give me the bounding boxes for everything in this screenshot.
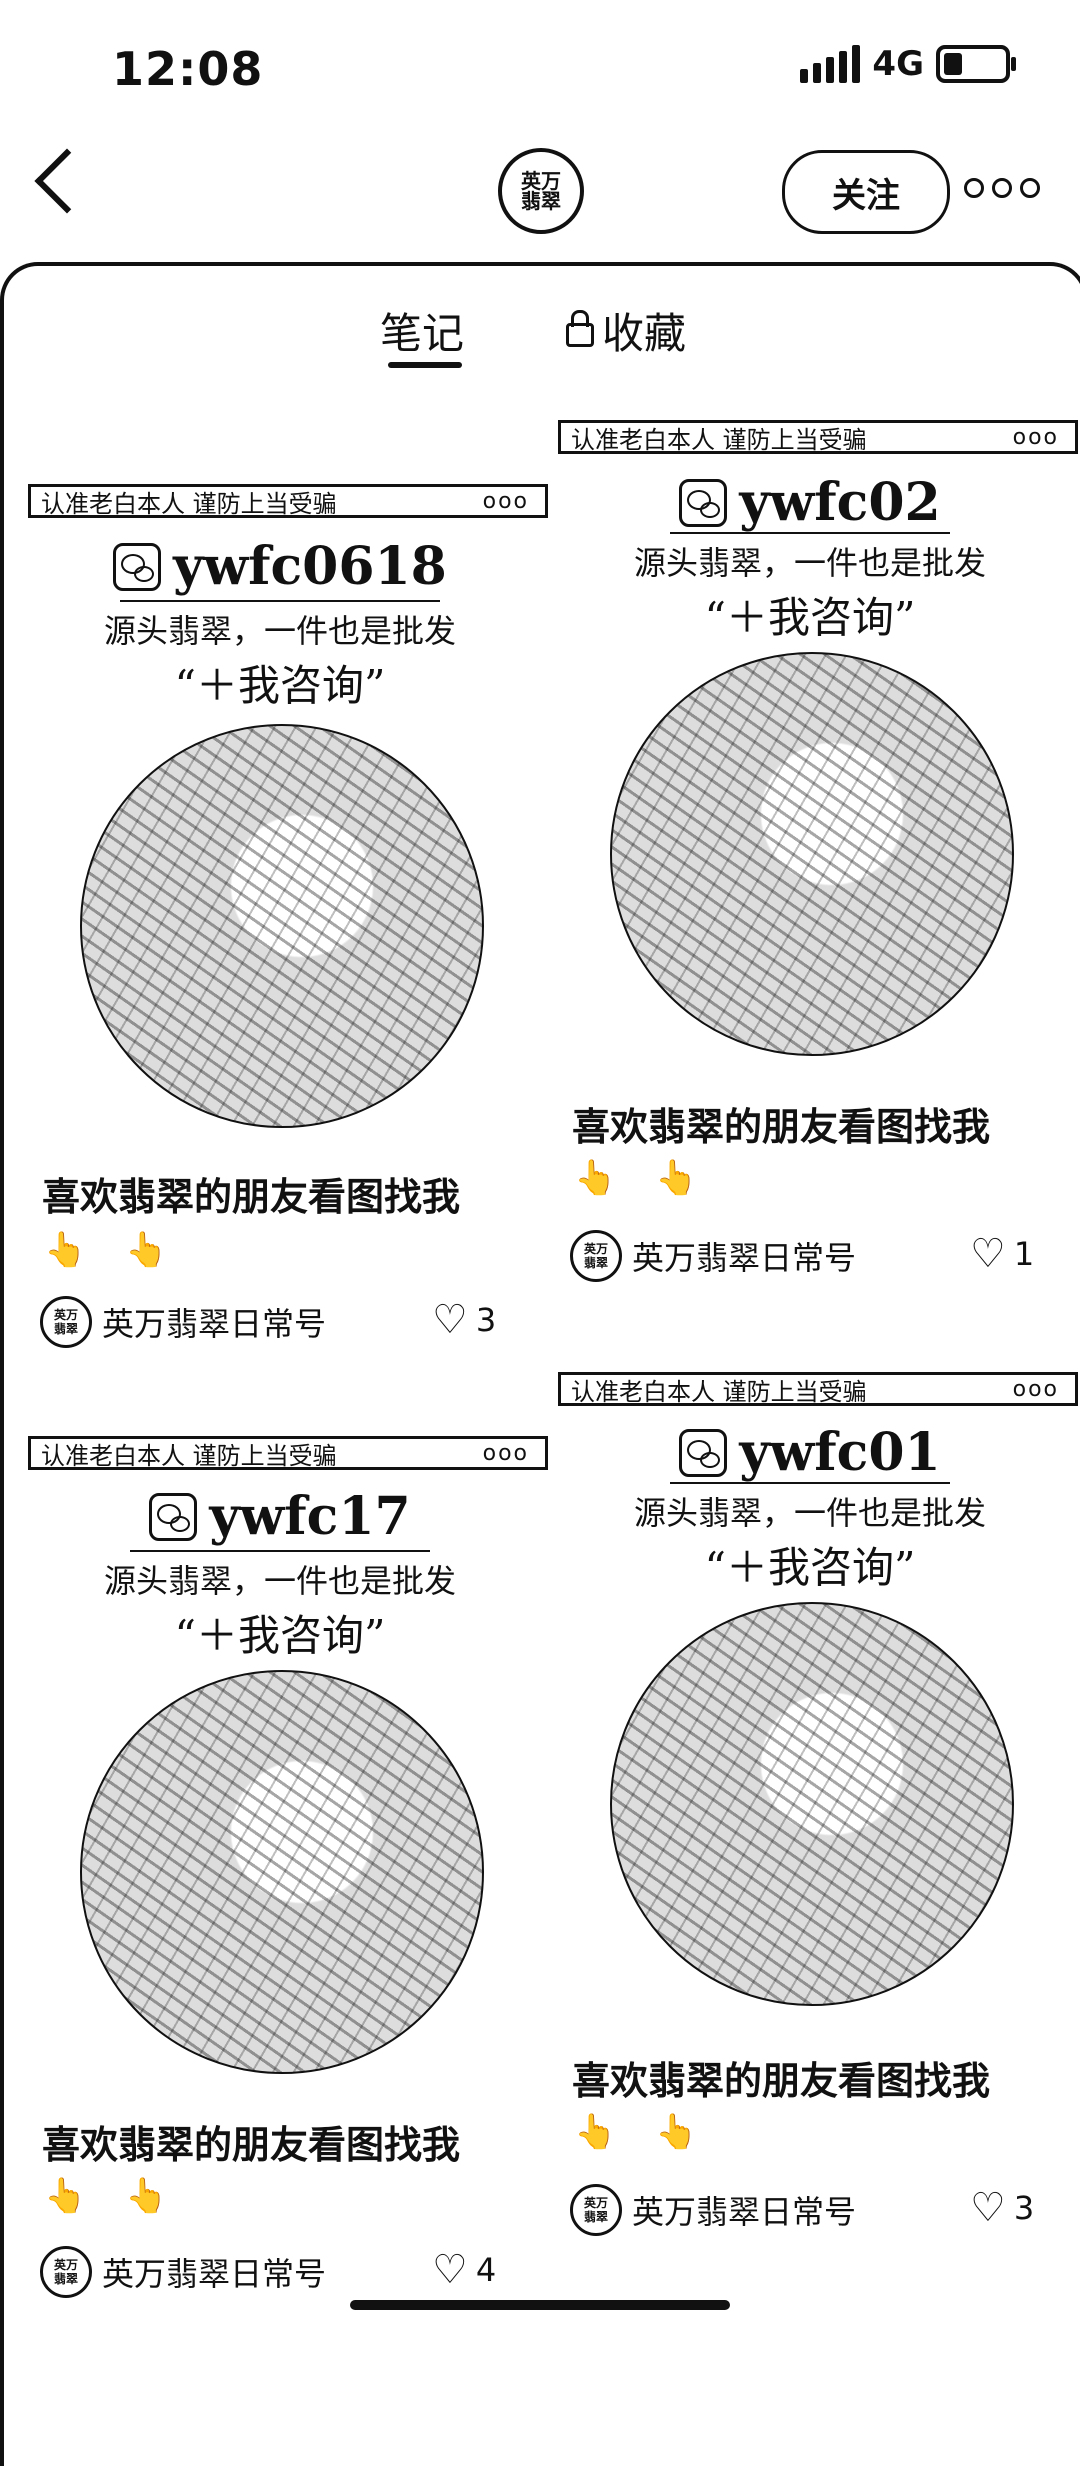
card-title: 喜欢翡翠的朋友看图找我 <box>42 2123 461 2167</box>
card-tagline: 源头翡翠，一件也是批发 <box>633 544 986 582</box>
author-avatar: 英万 翡翠 <box>570 1230 622 1282</box>
banner-dots: ooo <box>482 488 529 514</box>
signal-icon <box>800 45 861 83</box>
card-title: 喜欢翡翠的朋友看图找我 <box>572 1105 991 1149</box>
like-count: 1 <box>1013 1235 1035 1273</box>
wechat-icon <box>113 542 162 591</box>
author-name: 英万翡翠日常号 <box>632 1239 857 1277</box>
card-tagline: 源头翡翠，一件也是批发 <box>633 1494 986 1532</box>
banner-text: 认准老白本人 谨防上当受骗 <box>41 1441 337 1470</box>
status-right: 4G <box>800 44 1016 84</box>
card-cta: “＋我咨询” <box>174 661 386 710</box>
heart-icon: ♡ <box>432 1297 468 1343</box>
banner-dots: ooo <box>1012 1376 1059 1402</box>
id-underline <box>120 600 440 602</box>
card-banner: 认准老白本人 谨防上当受骗 ooo <box>28 1436 548 1470</box>
status-time: 12:08 <box>112 42 264 96</box>
card-cta: “＋我咨询” <box>704 1543 916 1592</box>
author-name: 英万翡翠日常号 <box>102 2255 327 2293</box>
card-title: 喜欢翡翠的朋友看图找我 <box>42 1175 461 1219</box>
card-likes[interactable]: ♡ 1 <box>970 1234 1034 1274</box>
card-banner: 认准老白本人 谨防上当受骗 ooo <box>28 484 548 518</box>
card-tagline: 源头翡翠，一件也是批发 <box>103 612 456 650</box>
card-likes[interactable]: ♡ 3 <box>432 1300 496 1340</box>
like-count: 3 <box>1013 2189 1035 2227</box>
heart-icon: ♡ <box>970 2185 1006 2231</box>
card-tagline: 源头翡翠，一件也是批发 <box>103 1562 456 1600</box>
author-name: 英万翡翠日常号 <box>632 2193 857 2231</box>
back-icon[interactable] <box>34 148 100 214</box>
card-id: ywfc01 <box>739 1422 941 1483</box>
heart-icon: ♡ <box>432 2247 468 2293</box>
card-id: ywfc17 <box>209 1486 411 1547</box>
battery-icon <box>936 45 1016 83</box>
tab-favorites-label: 收藏 <box>602 309 687 358</box>
network-label: 4G <box>872 44 924 84</box>
card-id-line: ywfc01 <box>550 1422 1070 1483</box>
wechat-icon <box>149 1492 198 1541</box>
wechat-icon <box>679 478 728 527</box>
follow-button[interactable]: 关注 <box>782 150 950 234</box>
card-banner: 认准老白本人 谨防上当受骗 ooo <box>558 1372 1078 1406</box>
profile-avatar[interactable]: 英万 翡翠 <box>498 148 584 234</box>
card-likes[interactable]: ♡ 4 <box>432 2250 496 2290</box>
author-avatar: 英万 翡翠 <box>40 1296 92 1348</box>
home-indicator[interactable] <box>350 2300 730 2310</box>
card-hands: 👆 👆 <box>44 1230 182 1270</box>
heart-icon: ♡ <box>970 1231 1006 1277</box>
banner-text: 认准老白本人 谨防上当受骗 <box>41 489 337 518</box>
card-photo <box>610 1602 1014 2006</box>
banner-text: 认准老白本人 谨防上当受骗 <box>571 425 867 454</box>
more-icon[interactable] <box>964 178 1040 198</box>
id-underline <box>670 1482 950 1484</box>
card-hands: 👆 👆 <box>44 2176 182 2216</box>
like-count: 4 <box>475 2251 497 2289</box>
banner-dots: ooo <box>1012 424 1059 450</box>
card-id-line: ywfc02 <box>550 472 1070 533</box>
wechat-icon <box>679 1428 728 1477</box>
card-cta: “＋我咨询” <box>174 1611 386 1660</box>
card-photo <box>80 1670 484 2074</box>
tab-favorites[interactable]: 收藏 <box>566 300 686 361</box>
card-author[interactable]: 英万 翡翠 英万翡翠日常号 <box>40 2246 326 2298</box>
banner-text: 认准老白本人 谨防上当受骗 <box>571 1377 867 1406</box>
card-cta: “＋我咨询” <box>704 593 916 642</box>
author-name: 英万翡翠日常号 <box>102 1305 327 1343</box>
card-id: ywfc0618 <box>173 536 447 597</box>
card-author[interactable]: 英万 翡翠 英万翡翠日常号 <box>40 1296 326 1348</box>
tab-notes[interactable]: 笔记 <box>380 300 464 361</box>
card-hands: 👆 👆 <box>574 2112 712 2152</box>
card-title: 喜欢翡翠的朋友看图找我 <box>572 2059 991 2103</box>
card-id: ywfc02 <box>739 472 941 533</box>
id-underline <box>670 532 950 534</box>
author-avatar: 英万 翡翠 <box>40 2246 92 2298</box>
card-photo <box>80 724 484 1128</box>
card-hands: 👆 👆 <box>574 1158 712 1198</box>
banner-dots: ooo <box>482 1440 529 1466</box>
card-likes[interactable]: ♡ 3 <box>970 2188 1034 2228</box>
author-avatar: 英万 翡翠 <box>570 2184 622 2236</box>
like-count: 3 <box>475 1301 497 1339</box>
card-author[interactable]: 英万 翡翠 英万翡翠日常号 <box>570 1230 856 1282</box>
id-underline <box>130 1550 430 1552</box>
card-banner: 认准老白本人 谨防上当受骗 ooo <box>558 420 1078 454</box>
lock-icon <box>566 309 594 347</box>
card-author[interactable]: 英万 翡翠 英万翡翠日常号 <box>570 2184 856 2236</box>
card-id-line: ywfc17 <box>20 1486 540 1547</box>
card-id-line: ywfc0618 <box>20 536 540 597</box>
card-photo <box>610 652 1014 1056</box>
tab-notes-indicator <box>388 362 462 368</box>
